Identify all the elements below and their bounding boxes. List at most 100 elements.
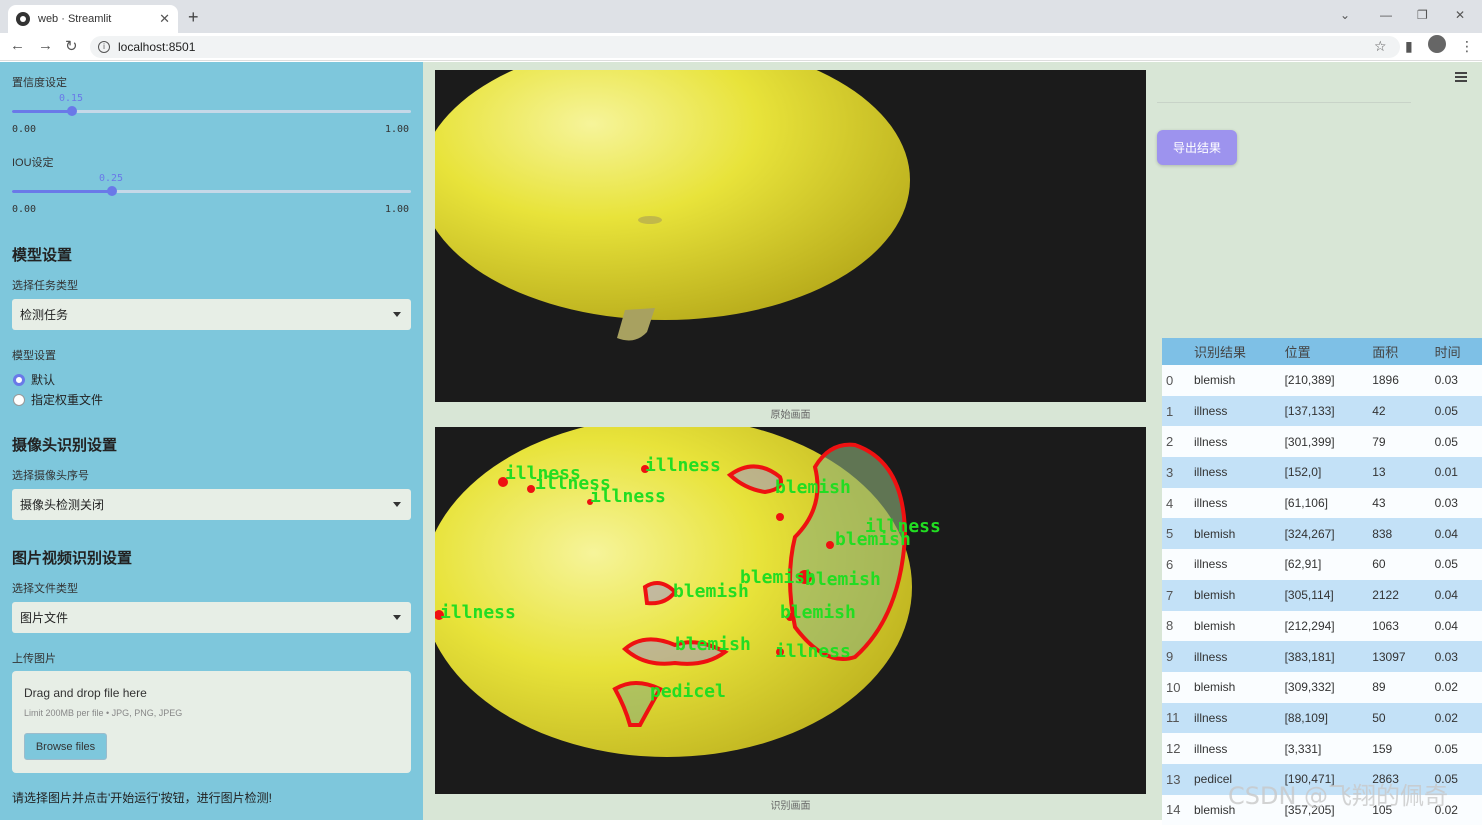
browser-menu-icon[interactable]: ⋮ [1460, 38, 1474, 55]
cell-index: 1 [1162, 395, 1190, 427]
table-row[interactable]: 1 illness [137,133] 42 0.05 [1162, 395, 1482, 427]
radio-custom-weights[interactable]: 指定权重文件 [13, 391, 103, 408]
cell-area: 43 [1368, 487, 1431, 519]
tab-close-icon[interactable]: ✕ [159, 11, 170, 27]
hamburger-menu-icon[interactable] [1455, 72, 1467, 84]
browser-tab[interactable]: web · Streamlit ✕ [8, 5, 178, 33]
hint-text: 请选择图片并点击'开始运行'按钮，进行图片检测! [12, 791, 272, 805]
table-row[interactable]: 7 blemish [305,114] 2122 0.04 [1162, 579, 1482, 611]
file-type-value: 图片文件 [20, 611, 69, 625]
table-row[interactable]: 12 illness [3,331] 159 0.05 [1162, 733, 1482, 764]
cell-index: 7 [1162, 579, 1190, 611]
cell-area: 79 [1368, 426, 1431, 458]
cell-position: [383,181] [1280, 641, 1369, 672]
iou-min: 0.00 [12, 204, 37, 215]
header-result[interactable]: 识别结果 [1190, 338, 1281, 365]
radio-unselected-icon [13, 393, 25, 406]
side-panel-icon[interactable]: ▮ [1405, 38, 1413, 55]
cell-position: [3,331] [1280, 733, 1369, 764]
header-position[interactable]: 位置 [1280, 338, 1369, 365]
cell-index: 2 [1162, 426, 1190, 458]
cell-time: 0.05 [1430, 426, 1482, 458]
file-dropzone[interactable]: Drag and drop file here Limit 200MB per … [12, 671, 411, 773]
export-results-button[interactable]: 导出结果 [1157, 130, 1237, 165]
file-type-select[interactable]: 图片文件 [12, 602, 411, 633]
dropzone-limit: Limit 200MB per file • JPG, PNG, JPEG [24, 708, 183, 718]
chevron-down-icon [393, 502, 401, 507]
detection-label: blemish [675, 634, 751, 655]
table-header-row: 识别结果 位置 面积 时间 [1162, 338, 1482, 365]
browser-tab-bar: web · Streamlit ✕ + ⌄ — ❐ ✕ [0, 0, 1482, 33]
detection-label: illness [590, 486, 666, 507]
table-row[interactable]: 9 illness [383,181] 13097 0.03 [1162, 641, 1482, 672]
radio-default[interactable]: 默认 [13, 371, 55, 388]
browse-files-button[interactable]: Browse files [24, 733, 107, 760]
cell-index: 13 [1162, 763, 1190, 795]
cell-time: 0.04 [1430, 610, 1482, 642]
cell-position: [137,133] [1280, 395, 1369, 427]
cell-area: 50 [1368, 702, 1431, 734]
cell-position: [62,91] [1280, 549, 1369, 580]
table-row[interactable]: 4 illness [61,106] 43 0.03 [1162, 487, 1482, 519]
cell-result: blemish [1190, 579, 1281, 611]
task-type-select[interactable]: 检测任务 [12, 299, 411, 330]
original-image [435, 70, 1146, 402]
camera-settings-title: 摄像头识别设置 [12, 437, 118, 454]
camera-select[interactable]: 摄像头检测关闭 [12, 489, 411, 520]
cell-time: 0.02 [1430, 671, 1482, 703]
minimize-icon[interactable]: — [1380, 8, 1392, 22]
task-type-label: 选择任务类型 [12, 280, 78, 292]
table-row[interactable]: 0 blemish [210,389] 1896 0.03 [1162, 365, 1482, 396]
cell-area: 13097 [1368, 641, 1431, 672]
forward-icon[interactable]: → [38, 37, 53, 54]
header-area[interactable]: 面积 [1368, 338, 1431, 365]
table-row[interactable]: 3 illness [152,0] 13 0.01 [1162, 457, 1482, 488]
confidence-slider[interactable] [12, 106, 411, 116]
cell-result: illness [1190, 641, 1281, 672]
table-row[interactable]: 2 illness [301,399] 79 0.05 [1162, 426, 1482, 458]
bookmark-star-icon[interactable]: ☆ [1374, 38, 1387, 55]
back-icon[interactable]: ← [10, 37, 25, 54]
blemish-mask [776, 513, 784, 521]
tab-list-icon[interactable]: ⌄ [1340, 8, 1350, 22]
address-bar: ← → ↻ i localhost:8501 ☆ ▮ ⋮ [0, 33, 1482, 61]
url-field[interactable]: i localhost:8501 [90, 36, 1400, 58]
restore-icon[interactable]: ❐ [1417, 8, 1428, 22]
iou-slider[interactable] [12, 186, 411, 196]
cell-index: 11 [1162, 702, 1190, 734]
illness-mask [527, 485, 535, 493]
profile-avatar[interactable] [1428, 35, 1446, 53]
table-row[interactable]: 6 illness [62,91] 60 0.05 [1162, 549, 1482, 580]
window-close-icon[interactable]: ✕ [1455, 8, 1465, 22]
table-row[interactable]: 5 blemish [324,267] 838 0.04 [1162, 518, 1482, 550]
cell-time: 0.04 [1430, 579, 1482, 611]
cell-area: 838 [1368, 518, 1431, 550]
table-row[interactable]: 8 blemish [212,294] 1063 0.04 [1162, 610, 1482, 642]
reload-icon[interactable]: ↻ [65, 37, 78, 55]
dropzone-text: Drag and drop file here [24, 686, 147, 700]
confidence-slider-thumb[interactable] [67, 106, 77, 116]
media-settings-title: 图片视频识别设置 [12, 550, 133, 567]
camera-index-label: 选择摄像头序号 [12, 470, 89, 482]
result-caption: 识别画面 [770, 801, 811, 812]
illness-mask [826, 541, 834, 549]
confidence-max: 1.00 [385, 124, 410, 135]
lemon-body [435, 70, 910, 320]
confidence-min: 0.00 [12, 124, 37, 135]
cell-index: 4 [1162, 487, 1190, 519]
header-index[interactable] [1162, 338, 1190, 365]
site-info-icon[interactable]: i [98, 41, 110, 53]
cell-position: [309,332] [1280, 671, 1369, 703]
table-row[interactable]: 10 blemish [309,332] 89 0.02 [1162, 671, 1482, 703]
cell-area: 13 [1368, 457, 1431, 488]
iou-value: 0.25 [99, 173, 124, 184]
table-row[interactable]: 11 illness [88,109] 50 0.02 [1162, 702, 1482, 734]
new-tab-icon[interactable]: + [188, 7, 199, 28]
cell-time: 0.05 [1430, 549, 1482, 580]
iou-slider-fill [12, 190, 112, 193]
header-time[interactable]: 时间 [1430, 338, 1482, 365]
radio-default-label: 默认 [31, 373, 56, 387]
iou-slider-thumb[interactable] [107, 186, 117, 196]
confidence-slider-fill [12, 110, 72, 113]
cell-index: 6 [1162, 549, 1190, 580]
